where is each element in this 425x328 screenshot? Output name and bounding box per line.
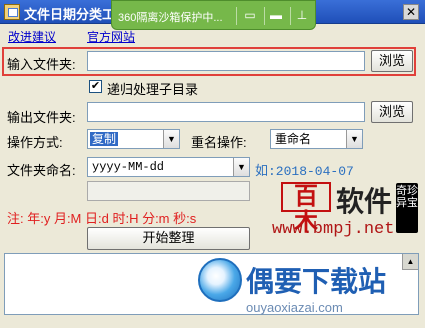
collapse-icon[interactable]: ▭	[242, 8, 258, 22]
chevron-down-icon[interactable]: ▼	[163, 130, 179, 148]
watermark-url: www.bmpj.net	[272, 220, 395, 239]
website-link[interactable]: 官方网站	[87, 28, 135, 45]
suggestion-link[interactable]: 改进建议	[8, 28, 56, 45]
operation-label: 操作方式:	[7, 135, 63, 150]
window-title: 文件日期分类工	[24, 7, 116, 22]
naming-select[interactable]: yyyy-MM-dd ▼	[87, 157, 250, 177]
naming-example: 如:2018-04-07	[255, 164, 354, 179]
input-folder-label: 输入文件夹:	[7, 57, 76, 72]
watermark-text: 软件	[336, 186, 393, 217]
sandbox-separator	[236, 7, 237, 25]
naming-value: yyyy-MM-dd	[92, 160, 165, 174]
app-icon	[4, 4, 20, 20]
chevron-down-icon[interactable]: ▼	[346, 130, 362, 148]
operation-select[interactable]: 复制 ▼	[87, 129, 180, 149]
sandbox-separator	[290, 7, 291, 25]
pin-icon[interactable]: ⊥	[294, 8, 310, 22]
folder-icon[interactable]: ▬	[268, 8, 284, 22]
sandbox-separator	[264, 7, 265, 25]
brand-name: 偶要下载站	[246, 266, 387, 297]
sandbox-status: 360隔离沙箱保护中...	[118, 12, 223, 24]
rename-select[interactable]: 重命名 ▼	[270, 129, 363, 149]
preview-field	[87, 181, 250, 201]
chevron-down-icon[interactable]: ▼	[233, 158, 249, 176]
brand-logo	[198, 258, 242, 302]
recursive-checkbox[interactable]: ✔	[89, 80, 102, 93]
close-button[interactable]: ✕	[403, 4, 419, 20]
input-browse-button[interactable]: 浏览	[371, 50, 413, 72]
watermark-stamp: 奇珍异宝	[396, 183, 418, 233]
sandbox-bar: 360隔离沙箱保护中... ▭ ▬ ⊥	[111, 0, 316, 30]
naming-label: 文件夹命名:	[7, 163, 76, 178]
watermark-badge: 百木	[281, 182, 331, 236]
input-folder-field[interactable]	[87, 51, 365, 71]
rename-label: 重名操作:	[191, 135, 247, 150]
brand-url: ouyaoxiazai.com	[246, 300, 343, 315]
output-folder-label: 输出文件夹:	[7, 110, 76, 125]
rename-value: 重命名	[275, 132, 312, 146]
output-folder-field[interactable]	[87, 102, 365, 122]
recursive-label: 递归处理子目录	[107, 82, 199, 97]
scroll-up-arrow[interactable]: ▲	[402, 254, 418, 270]
format-note: 注: 年:y 月:M 日:d 时:H 分:m 秒:s	[7, 211, 197, 226]
start-button[interactable]: 开始整理	[87, 227, 250, 250]
output-browse-button[interactable]: 浏览	[371, 101, 413, 123]
operation-value: 复制	[90, 132, 119, 146]
